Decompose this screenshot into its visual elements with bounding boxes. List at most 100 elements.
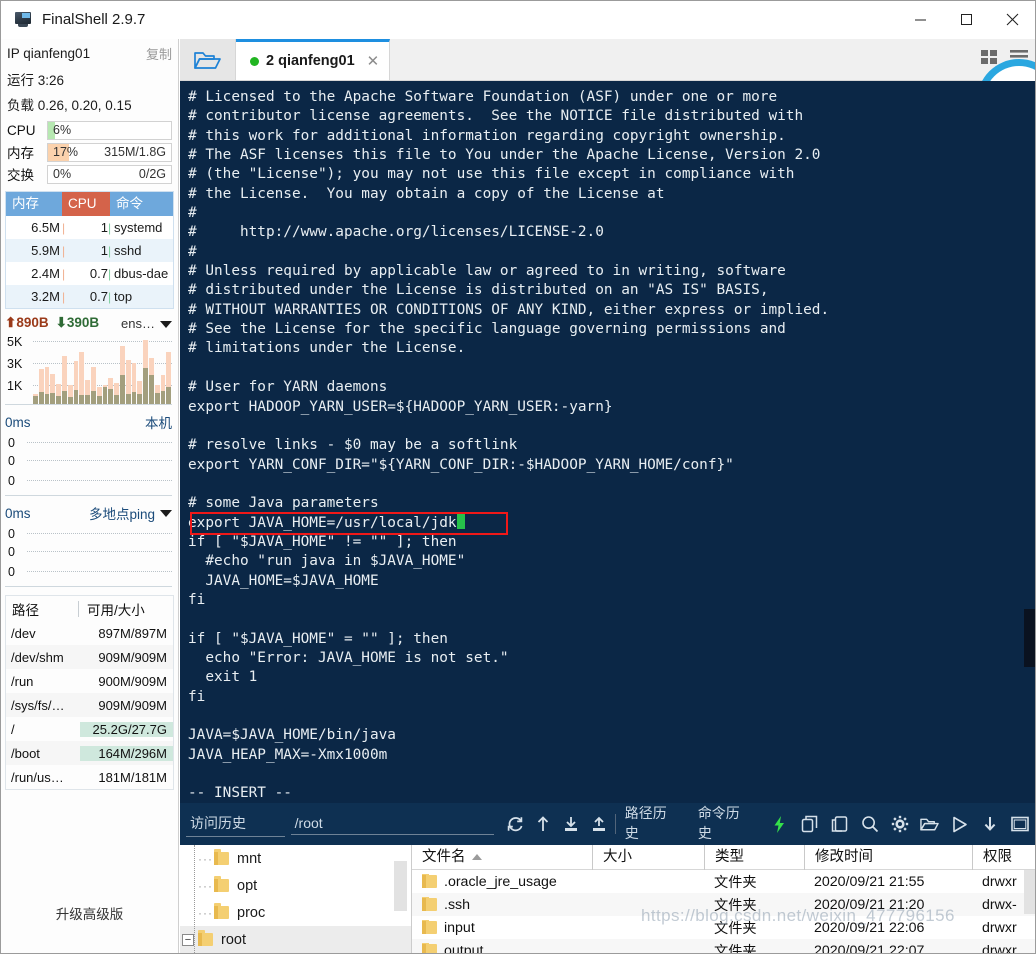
tree-item[interactable]: ··· opt (180, 872, 411, 899)
file-row[interactable]: .ssh 文件夹 2020/09/21 21:20 drwx- (412, 893, 1035, 916)
file-row[interactable]: .oracle_jre_usage 文件夹 2020/09/21 21:55 drwx… (412, 870, 1035, 893)
gear-icon[interactable] (890, 815, 909, 834)
disk-row[interactable]: / 25.2G/27.7G (6, 717, 173, 741)
network-interface-selector[interactable]: ens… (121, 316, 172, 331)
column-header-size[interactable]: 大小 (592, 845, 704, 870)
file-list[interactable]: 文件名 大小 类型 修改时间 权限 .oracle_jre_usage 文件夹 20… (412, 845, 1035, 953)
column-header-modified[interactable]: 修改时间 (804, 845, 972, 870)
memory-gauge-label: 内存 (7, 146, 34, 161)
command-history-button[interactable]: 命令历史 (694, 801, 756, 847)
window-icon[interactable] (1010, 815, 1029, 834)
tab-qianfeng01[interactable]: 2 qianfeng01 ✕ (236, 39, 391, 80)
terminal-cursor (456, 513, 466, 529)
disk-row[interactable]: /run 900M/909M (6, 669, 173, 693)
process-row[interactable]: 2.4M | 0.7 | dbus-dae (6, 262, 173, 285)
disk-row[interactable]: /sys/fs/… 909M/909M (6, 693, 173, 717)
copy-button[interactable]: 复制 (146, 44, 172, 63)
file-list-scrollbar-thumb[interactable] (1024, 870, 1035, 914)
cpu-gauge-label: CPU (7, 123, 36, 138)
disk-row[interactable]: /run/us… 181M/181M (6, 765, 173, 789)
open-folder-icon[interactable] (180, 39, 236, 80)
folder-icon (422, 942, 437, 953)
file-name: output (444, 942, 484, 954)
network-chart: 5K 3K 1K (5, 333, 172, 405)
tab-close-icon[interactable]: ✕ (367, 52, 380, 70)
lightning-icon[interactable] (770, 815, 789, 834)
process-col-memory[interactable]: 内存 (6, 192, 62, 216)
tree-item[interactable]: ··· mnt (180, 845, 411, 872)
terminal-panel[interactable]: # Licensed to the Apache Software Founda… (180, 81, 1035, 803)
file-row[interactable]: output 文件夹 2020/09/21 22:07 drwxr (412, 939, 1035, 953)
process-row[interactable]: 3.2M | 0.7 | top (6, 285, 173, 308)
terminal-line-text: export JAVA_HOME=/usr/local/jdk (188, 514, 457, 531)
file-type: 文件夹 (714, 897, 757, 914)
tree-item[interactable]: − root (180, 926, 411, 953)
terminal-scrollbar[interactable] (1024, 81, 1035, 803)
tree-indent: ··· (198, 851, 213, 866)
network-bar (38, 369, 44, 404)
visit-history-field[interactable]: 访问历史 (186, 811, 285, 837)
ping-multi-ytick-2: 0 (8, 565, 15, 579)
network-bar (137, 381, 143, 404)
paste-icon[interactable] (830, 815, 849, 834)
process-row[interactable]: 5.9M | 1 | sshd (6, 239, 173, 262)
process-col-cpu[interactable]: CPU (62, 192, 110, 216)
minimize-icon[interactable] (897, 1, 943, 39)
ping-local-header: 0ms 本机 (1, 405, 178, 434)
path-history-button[interactable]: 路径历史 (621, 801, 683, 847)
terminal-line: # Unless required by applicable law or a… (188, 262, 1035, 281)
folder-icon[interactable] (920, 815, 939, 834)
terminal-line: # WITHOUT WARRANTIES OR CONDITIONS OF AN… (188, 301, 1035, 320)
disk-usage: 181M/181M (98, 769, 167, 785)
disk-row[interactable]: /dev 897M/897M (6, 621, 173, 645)
terminal-line-text: # this work for additional information r… (188, 127, 786, 144)
memory-gauge-row: 内存 17% 315M/1.8G (1, 141, 178, 163)
network-bar (131, 363, 137, 404)
maximize-icon[interactable] (943, 1, 989, 39)
terminal-line-text: JAVA_HOME=$JAVA_HOME (188, 572, 379, 589)
process-col-command[interactable]: 命令 (110, 192, 173, 216)
path-input[interactable]: /root (290, 813, 494, 835)
disk-path: /run/us… (11, 769, 64, 785)
parent-directory-icon[interactable] (534, 815, 553, 834)
download-icon[interactable] (562, 815, 581, 834)
network-download: ⬇390B (56, 315, 100, 331)
column-header-name[interactable]: 文件名 (412, 845, 592, 870)
ping-multi-header[interactable]: 0ms 多地点ping (1, 496, 178, 525)
close-icon[interactable] (989, 1, 1035, 39)
memory-gauge-pct: 17% (53, 144, 79, 159)
search-icon[interactable] (860, 815, 879, 834)
ping-multi-ytick-0: 0 (8, 527, 15, 541)
disk-row[interactable]: /boot 164M/296M (6, 741, 173, 765)
download-arrow-icon[interactable] (980, 815, 999, 834)
terminal-scrollbar-thumb[interactable] (1024, 609, 1035, 667)
terminal-line: # contributor license agreements. See th… (188, 107, 1035, 126)
cpu-gauge-pct: 6% (53, 123, 72, 137)
upgrade-link[interactable]: 升级高级版 (1, 903, 178, 923)
tree-scrollbar-thumb[interactable] (394, 861, 407, 911)
network-bar (119, 346, 125, 404)
terminal-line-text: exit 1 (188, 669, 258, 686)
collapse-icon[interactable]: − (182, 933, 194, 946)
column-header-type[interactable]: 类型 (704, 845, 804, 870)
terminal-line: # See the License for the specific langu… (188, 320, 1035, 339)
process-cpu: 1 (100, 243, 108, 258)
column-header-permissions[interactable]: 权限 (972, 845, 1035, 870)
network-header: ⬆890B ⬇390B ens… (1, 309, 178, 333)
copy-icon[interactable] (800, 815, 819, 834)
file-row[interactable]: input 文件夹 2020/09/21 22:06 drwxr (412, 916, 1035, 939)
tree-indent: ··· (198, 878, 213, 893)
app-icon (13, 11, 33, 28)
disk-row[interactable]: /dev/shm 909M/909M (6, 645, 173, 669)
terminal-line: # the License. You may obtain a copy of … (188, 185, 1035, 204)
process-memory: 2.4M (31, 266, 60, 281)
process-row[interactable]: 6.5M | 1 | systemd (6, 216, 173, 239)
refresh-icon[interactable] (506, 815, 525, 834)
load-average-label: 负载 0.26, 0.20, 0.15 (7, 98, 132, 113)
terminal-line: JAVA_HOME=$JAVA_HOME (188, 572, 1035, 591)
directory-tree[interactable]: ··· mnt ··· opt ··· proc − root (180, 845, 412, 953)
tree-item[interactable]: ··· proc (180, 899, 411, 926)
terminal-line: export YARN_CONF_DIR="${YARN_CONF_DIR:-$… (188, 456, 1035, 475)
upload-icon[interactable] (590, 815, 609, 834)
play-icon[interactable] (950, 815, 969, 834)
